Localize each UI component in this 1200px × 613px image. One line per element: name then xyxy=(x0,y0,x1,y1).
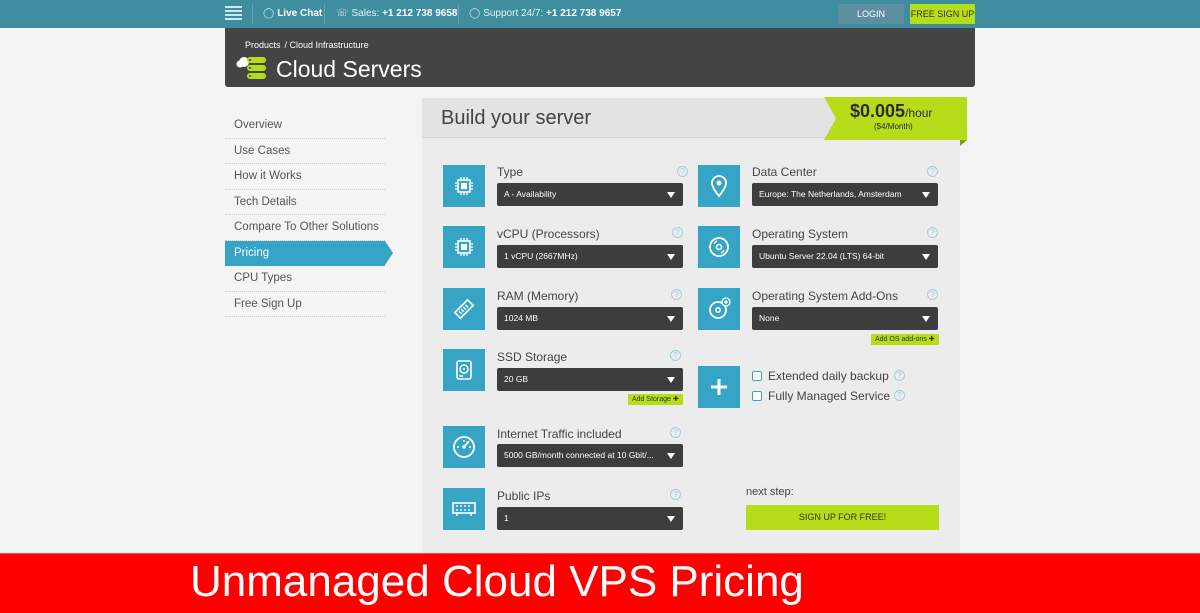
vcpu-icon xyxy=(443,226,485,268)
vcpu-select[interactable]: 1 vCPU (2667MHz) xyxy=(497,245,683,268)
ips-icon xyxy=(443,488,485,530)
help-icon[interactable]: ? xyxy=(671,289,682,300)
menu-icon[interactable] xyxy=(225,6,242,21)
breadcrumb: Products / Cloud Infrastructure xyxy=(245,40,373,50)
next-step-label: next step: xyxy=(746,486,794,498)
builder-title: Build your server xyxy=(441,107,592,129)
chevron-down-icon xyxy=(667,254,675,260)
help-icon[interactable]: ? xyxy=(670,350,681,361)
datacenter-label: Data Center xyxy=(752,165,817,179)
ssd-label: SSD Storage xyxy=(497,350,568,364)
top-bar: ◯ Live Chat ☏ Sales: +1 212 738 9658 ◯ Supp… xyxy=(0,0,1200,28)
divider xyxy=(252,4,253,24)
price-hourly: $0.005/hour xyxy=(850,101,933,121)
chevron-down-icon xyxy=(922,192,930,198)
vcpu-label: vCPU (Processors) xyxy=(497,227,600,241)
ram-select[interactable]: 1024 MB xyxy=(497,307,683,330)
sidebar-item-overview[interactable]: Overview xyxy=(225,113,385,139)
support-phone: ◯ Support 24/7: +1 212 738 9657 xyxy=(469,8,622,19)
sidebar-item-use-cases[interactable]: Use Cases xyxy=(225,139,385,164)
divider xyxy=(458,4,459,24)
os-addons-label: Operating System Add-Ons xyxy=(752,289,899,303)
backup-checkbox[interactable] xyxy=(752,371,762,381)
backup-label: Extended daily backup xyxy=(768,369,889,383)
help-icon[interactable]: ? xyxy=(894,390,905,401)
cloud-server-icon xyxy=(236,57,266,79)
sidebar-item-pricing[interactable]: Pricing xyxy=(225,240,393,266)
price-tag-fold xyxy=(960,140,967,146)
chevron-down-icon xyxy=(667,516,675,522)
phone-icon: ☏ xyxy=(336,8,349,19)
sidebar-item-how-it-works[interactable]: How it Works xyxy=(225,164,385,190)
page-header: Products / Cloud Infrastructure Cloud Ser… xyxy=(225,28,975,87)
chevron-down-icon xyxy=(922,316,930,322)
type-icon xyxy=(443,165,485,207)
chevron-down-icon xyxy=(667,453,675,459)
traffic-label: Internet Traffic included xyxy=(497,427,622,441)
os-select[interactable]: Ubuntu Server 22.04 (LTS) 64-bit xyxy=(752,245,938,268)
page-title: Cloud Servers xyxy=(276,56,422,82)
os-addons-select[interactable]: None xyxy=(752,307,938,330)
breadcrumb-cloud-infrastructure[interactable]: / Cloud Infrastructure xyxy=(285,40,369,50)
help-icon[interactable]: ? xyxy=(670,427,681,438)
datacenter-icon xyxy=(698,165,740,207)
managed-label: Fully Managed Service xyxy=(768,389,891,403)
os-label: Operating System xyxy=(752,227,849,241)
ips-select[interactable]: 1 xyxy=(497,507,683,530)
breadcrumb-products[interactable]: Products xyxy=(245,40,281,50)
ips-label: Public IPs xyxy=(497,489,551,503)
add-storage-button[interactable]: Add Storage ✚ xyxy=(628,394,683,405)
help-icon[interactable]: ? xyxy=(894,370,905,381)
add-os-addons-button[interactable]: Add OS add-ons ✚ xyxy=(871,334,939,345)
caption-banner: Unmanaged Cloud VPS Pricing xyxy=(0,553,1200,613)
managed-checkbox[interactable] xyxy=(752,391,762,401)
sidebar-item-compare[interactable]: Compare To Other Solutions xyxy=(225,215,385,241)
ram-label: RAM (Memory) xyxy=(497,289,579,303)
price-tag: $0.005/hour ($4/Month) xyxy=(824,97,967,140)
type-label: Type xyxy=(497,165,524,179)
sidebar-item-free-sign-up[interactable]: Free Sign Up xyxy=(225,292,385,317)
help-icon[interactable]: ? xyxy=(672,227,683,238)
sidebar-nav: Overview Use Cases How it Works Tech Det… xyxy=(225,113,393,317)
datacenter-select[interactable]: Europe: The Netherlands, Amsterdam xyxy=(752,183,938,206)
live-chat-link[interactable]: ◯ Live Chat xyxy=(263,8,322,19)
sidebar-item-tech-details[interactable]: Tech Details xyxy=(225,190,385,215)
ram-icon xyxy=(443,288,485,330)
type-select[interactable]: A - Availability xyxy=(497,183,683,206)
sidebar-item-cpu-types[interactable]: CPU Types xyxy=(225,266,385,292)
traffic-select[interactable]: 5000 GB/month connected at 10 Gbit/... xyxy=(497,444,683,467)
os-icon xyxy=(698,226,740,268)
help-icon[interactable]: ? xyxy=(670,489,681,500)
chat-icon: ◯ xyxy=(263,8,275,19)
sales-phone: ☏ Sales: +1 212 738 9658 xyxy=(336,8,458,19)
help-icon[interactable]: ? xyxy=(927,166,938,177)
signup-free-button[interactable]: SIGN UP FOR FREE! xyxy=(746,505,939,530)
ssd-select[interactable]: 20 GB xyxy=(497,368,683,391)
free-signup-button[interactable]: FREE SIGN UP xyxy=(910,4,975,24)
ssd-icon xyxy=(443,349,485,391)
chevron-down-icon xyxy=(667,377,675,383)
price-monthly: ($4/Month) xyxy=(874,122,913,131)
traffic-icon xyxy=(443,426,485,468)
help-icon[interactable]: ? xyxy=(927,227,938,238)
os-addons-icon xyxy=(698,288,740,330)
chevron-down-icon xyxy=(922,254,930,260)
help-icon[interactable]: ? xyxy=(677,166,688,177)
headset-icon: ◯ xyxy=(469,8,481,19)
login-button[interactable]: LOGIN xyxy=(838,4,904,24)
chevron-down-icon xyxy=(667,192,675,198)
plus-icon xyxy=(698,366,740,408)
chevron-down-icon xyxy=(667,316,675,322)
help-icon[interactable]: ? xyxy=(927,289,938,300)
divider xyxy=(324,4,325,24)
